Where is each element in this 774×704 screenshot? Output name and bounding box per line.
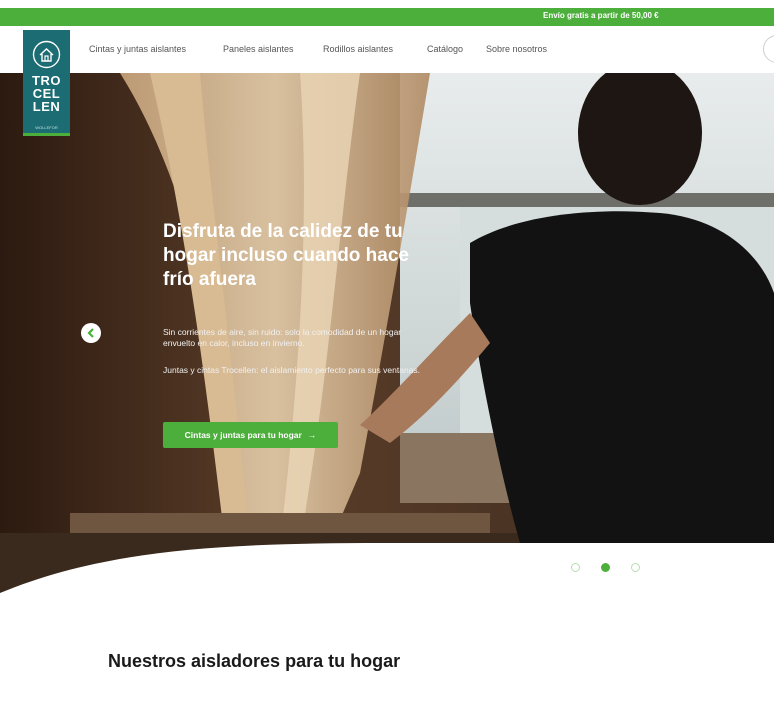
- nav-paneles[interactable]: Paneles aislantes: [223, 44, 294, 54]
- hero-title: Disfruta de la calidez de tu hogar inclu…: [163, 221, 409, 290]
- main-nav: Cintas y juntas aislantes Paneles aislan…: [0, 26, 774, 73]
- slider-prev-button[interactable]: [81, 323, 101, 343]
- nav-rodillos[interactable]: Rodillos aislantes: [323, 44, 393, 54]
- nav-cintas-juntas[interactable]: Cintas y juntas aislantes: [89, 44, 186, 54]
- hero-slider: Disfruta de la calidez de tu hogar inclu…: [0, 73, 774, 603]
- promo-text: Envío gratis a partir de 50,00 €: [543, 11, 659, 20]
- hero-paragraph-2: Juntas y cintas Trocellen: el aislamient…: [163, 365, 421, 375]
- promo-bar: Envío gratis a partir de 50,00 €: [0, 8, 774, 26]
- arrow-right-icon: →: [307, 430, 317, 440]
- hero-cta-button[interactable]: Cintas y juntas para tu hogar →: [163, 422, 338, 448]
- cta-label: Cintas y juntas para tu hogar: [184, 430, 302, 440]
- slider-dot-2-active[interactable]: [601, 563, 610, 572]
- brand-name: TRO CEL LEN: [32, 73, 61, 114]
- slider-dot-3[interactable]: [631, 563, 640, 572]
- house-icon: [32, 40, 61, 69]
- brand-logo[interactable]: TRO CEL LEN WOLLEFOR: [23, 30, 70, 136]
- user-account-button[interactable]: [763, 35, 774, 63]
- chevron-left-icon: [87, 328, 94, 338]
- nav-sobre-nosotros[interactable]: Sobre nosotros: [486, 44, 547, 54]
- section-title: Nuestros aisladores para tu hogar: [108, 651, 401, 671]
- nav-catalogo[interactable]: Catálogo: [427, 44, 463, 54]
- brand-sub: WOLLEFOR: [35, 125, 58, 130]
- logo-accent-stripe: [23, 133, 70, 136]
- slider-dot-1[interactable]: [571, 563, 580, 572]
- hero-paragraph-1: Sin corrientes de aire, sin ruido: solo …: [163, 327, 402, 348]
